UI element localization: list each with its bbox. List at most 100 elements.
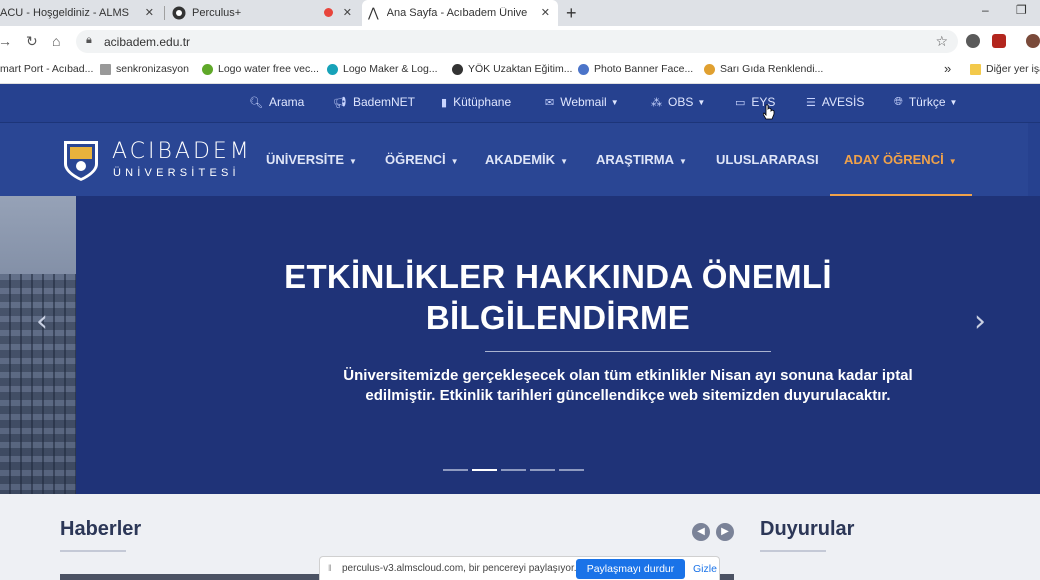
nav-aday-ogrenci[interactable]: ADAY ÖĞRENCİ ▼	[844, 152, 957, 167]
chevron-left-icon[interactable]: ‹	[36, 304, 48, 339]
bookmark-label: Photo Banner Face...	[594, 63, 694, 75]
avatar[interactable]	[1026, 34, 1040, 48]
nav-arastirma[interactable]: ARAŞTIRMA ▼	[596, 152, 687, 167]
tab-acibadem[interactable]: ⋀ Ana Sayfa - Acıbadem Üniversite ✕	[362, 0, 558, 26]
recording-icon	[324, 8, 333, 17]
topbar-language[interactable]: 🌐︎ Türkçe ▼	[894, 95, 957, 109]
screen-share-bar: ‖ perculus-v3.almscloud.com, bir pencere…	[319, 556, 720, 580]
page-icon	[100, 63, 111, 75]
nav-label: ÜNİVERSİTE	[266, 152, 345, 167]
caret-down-icon: ▼	[450, 157, 459, 166]
university-crest-icon[interactable]	[62, 138, 100, 182]
bookmark-item[interactable]: Logo water free vec...	[202, 63, 319, 75]
home-icon[interactable]: ⌂	[52, 33, 60, 49]
tab-title: Ana Sayfa - Acıbadem Üniversite	[386, 7, 527, 19]
sitemap-icon: ⁂	[651, 96, 662, 109]
topbar-label: Webmail	[560, 95, 607, 109]
stop-sharing-button[interactable]: Paylaşmayı durdur	[576, 559, 685, 579]
bookmark-item[interactable]: YÖK Uzaktan Eğitim...	[452, 63, 572, 75]
website: 🔍︎ Arama 📢︎ BademNET ▮ Kütüphane ✉ Webmail ▼ …	[0, 84, 1040, 580]
logo-maker-icon	[327, 63, 338, 75]
hero-title-line2: BİLGİLENDİRME	[425, 299, 691, 336]
tab-perculus[interactable]: Perculus+ ✕	[166, 0, 360, 26]
topbar-bademnet[interactable]: 📢︎ BademNET	[333, 95, 415, 109]
topbar-avesis[interactable]: ☰ AVESİS	[806, 95, 864, 109]
hero-divider	[485, 351, 771, 352]
slide-dot[interactable]	[443, 469, 468, 471]
close-tab-icon[interactable]: ✕	[343, 6, 352, 19]
close-tab-icon[interactable]: ✕	[145, 6, 154, 19]
address-bar-row: → ↻ ⌂ 🔒︎ acibadem.edu.tr ☆	[0, 26, 1040, 56]
list-icon: ☰	[806, 96, 816, 109]
topbar-kutuphane[interactable]: ▮ Kütüphane	[441, 95, 511, 109]
restore-icon[interactable]: ❐	[1016, 3, 1027, 17]
topbar-arama[interactable]: 🔍︎ Arama	[249, 95, 304, 109]
topbar-label: AVESİS	[821, 95, 865, 109]
hero-slider: ETKİNLİKLER HAKKINDA ÖNEMLİ BİLGİLENDİRM…	[0, 196, 1040, 494]
nav-akademik[interactable]: AKADEMİK ▼	[485, 152, 568, 167]
other-bookmarks[interactable]: Diğer yer işa	[970, 63, 1040, 75]
slide-dot[interactable]	[501, 469, 526, 471]
logo-wordmark[interactable]: ACIBADEM	[112, 139, 252, 164]
bookmark-label: senkronizasyon	[116, 63, 189, 75]
close-tab-icon[interactable]: ✕	[541, 6, 550, 19]
nav-uluslararasi[interactable]: ULUSLARARASI	[716, 152, 819, 167]
bookmark-item[interactable]: Sarı Gıda Renklendi...	[704, 63, 823, 75]
extension-icon[interactable]	[992, 34, 1006, 48]
tab-title: Perculus+	[192, 7, 242, 19]
bookmark-label: mart Port - Acıbad...	[0, 63, 94, 75]
utility-bar: 🔍︎ Arama 📢︎ BademNET ▮ Kütüphane ✉ Webmail ▼ …	[0, 84, 1040, 122]
bookmark-label: Logo water free vec...	[218, 63, 319, 75]
chevron-right-icon[interactable]: ›	[974, 304, 986, 339]
caret-down-icon: ▼	[679, 157, 687, 166]
bookmark-label: Sarı Gıda Renklendi...	[720, 63, 824, 75]
bookmark-item[interactable]: mart Port - Acıbad...	[0, 63, 93, 75]
news-underline	[60, 550, 126, 552]
nav-label: ADAY ÖĞRENCİ	[844, 152, 944, 167]
extension-icon[interactable]	[966, 34, 980, 48]
hero-title-line1: ETKİNLİKLER HAKKINDA ÖNEMLİ	[284, 258, 832, 295]
caret-down-icon: ▼	[560, 157, 568, 166]
bookmark-label: Diğer yer işa	[986, 63, 1040, 75]
minimize-icon[interactable]: –	[982, 3, 989, 17]
news-next-button[interactable]: ▶	[716, 523, 734, 541]
main-navigation: ACIBADEM ÜNİVERSİTESİ ÜNİVERSİTE ▼ ÖĞRENC…	[0, 122, 1040, 197]
forward-icon[interactable]: →	[0, 33, 12, 49]
reload-icon[interactable]: ↻	[26, 33, 38, 50]
announcements-underline	[760, 550, 826, 552]
book-icon: ▮	[441, 96, 448, 109]
download-icon	[202, 63, 213, 75]
slide-dot[interactable]	[530, 469, 555, 471]
bookmarks-overflow-icon[interactable]: »	[944, 61, 951, 76]
topbar-obs[interactable]: ⁂ OBS ▼	[651, 95, 705, 109]
browser-tab-bar: ACU - Hoşgeldiniz - ALMS ✕ Perculus+ ✕ ⋀…	[0, 0, 1040, 26]
megaphone-icon: 📢︎	[333, 96, 347, 109]
url-field[interactable]: 🔒︎ acibadem.edu.tr ☆	[76, 30, 958, 53]
chrome-icon	[578, 63, 589, 75]
topbar-webmail[interactable]: ✉ Webmail ▼	[545, 95, 619, 109]
nav-ogrenci[interactable]: ÖĞRENCİ ▼	[385, 152, 459, 167]
bookmark-item[interactable]: senkronizasyon	[100, 63, 189, 75]
bookmark-item[interactable]: Photo Banner Face...	[578, 63, 693, 75]
tab-alms[interactable]: ACU - Hoşgeldiniz - ALMS ✕	[0, 0, 162, 26]
slide-dot-active[interactable]	[472, 469, 497, 471]
news-prev-button[interactable]: ◀	[692, 523, 710, 541]
mail-icon: ✉	[545, 96, 555, 109]
nav-universite[interactable]: ÜNİVERSİTE ▼	[266, 152, 357, 167]
topbar-label: Arama	[268, 95, 305, 109]
bookmark-item[interactable]: Logo Maker & Log...	[327, 63, 438, 75]
news-heading: Haberler	[60, 518, 142, 540]
caret-down-icon: ▼	[349, 157, 357, 166]
new-tab-button[interactable]: +	[566, 3, 577, 24]
drag-handle-icon[interactable]: ‖	[328, 563, 332, 573]
slide-indicators	[443, 469, 588, 471]
nav-label: ARAŞTIRMA	[596, 152, 674, 167]
caret-down-icon: ▼	[610, 97, 619, 107]
bookmark-star-icon[interactable]: ☆	[935, 33, 948, 50]
tab-title: ACU - Hoşgeldiniz - ALMS	[0, 7, 129, 19]
hide-button[interactable]: Gizle	[693, 563, 717, 575]
bookmark-label: Logo Maker & Log...	[343, 63, 438, 75]
gear-icon	[704, 63, 715, 75]
slide-dot[interactable]	[559, 469, 584, 471]
hero-description: Üniversitemizde gerçekleşecek olan tüm e…	[343, 367, 913, 404]
